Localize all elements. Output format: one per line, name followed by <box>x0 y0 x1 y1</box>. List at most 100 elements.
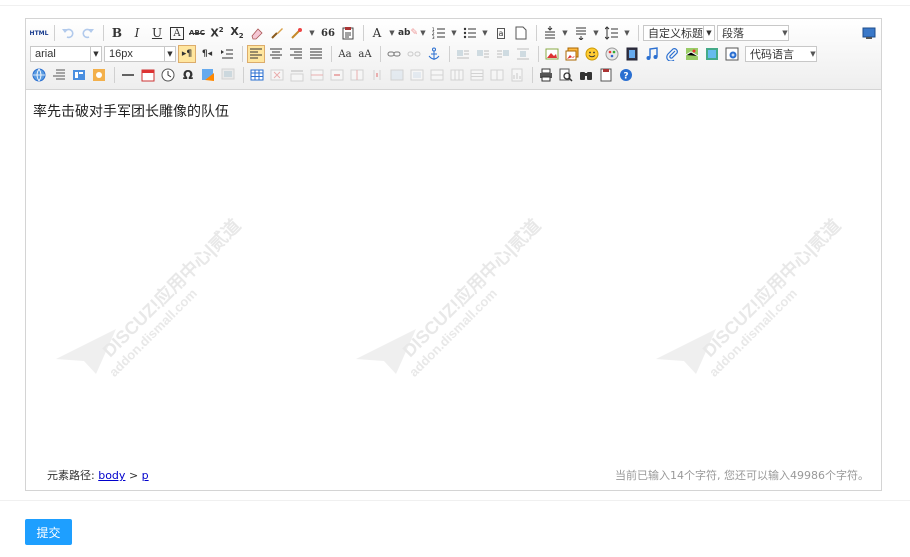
map-icon[interactable] <box>683 45 701 63</box>
special-chars-icon[interactable]: Ω <box>179 66 197 84</box>
superscript-icon[interactable]: X2 <box>208 24 226 42</box>
format-brush-icon[interactable] <box>268 24 286 42</box>
chart-icon[interactable] <box>508 66 526 84</box>
paragraph-select[interactable]: 段落 <box>717 25 789 41</box>
insert-col-icon[interactable] <box>348 66 366 84</box>
editor-content[interactable]: 率先击破对手军团长雕像的队伍 <box>33 101 229 121</box>
unordered-list-icon[interactable] <box>461 24 479 42</box>
anchor-icon[interactable] <box>425 45 443 63</box>
strikethrough-icon[interactable]: ABC <box>188 24 206 42</box>
print-icon[interactable] <box>537 66 555 84</box>
draft-icon[interactable] <box>597 66 615 84</box>
custom-title-select[interactable]: 自定义标题 ▼ <box>643 25 715 41</box>
insert-paragraph-before-table-icon[interactable] <box>288 66 306 84</box>
preview-icon[interactable] <box>557 66 575 84</box>
highlight-color-icon[interactable]: ab ✎ <box>398 24 418 42</box>
merge-cells-icon[interactable] <box>388 66 406 84</box>
row-spacing-bottom-dropdown-icon[interactable]: ▼ <box>592 24 600 42</box>
path-body-link[interactable]: body <box>98 469 125 482</box>
select-all-icon[interactable]: a <box>492 24 510 42</box>
ordered-list-dropdown-icon[interactable]: ▼ <box>450 24 458 42</box>
image-right-icon[interactable] <box>494 45 512 63</box>
align-justify-icon[interactable] <box>307 45 325 63</box>
split-rows-icon[interactable] <box>468 66 486 84</box>
delete-col-icon[interactable] <box>368 66 386 84</box>
split-cols-icon[interactable] <box>488 66 506 84</box>
clear-doc-icon[interactable] <box>512 24 530 42</box>
ordered-list-icon[interactable]: 123 <box>430 24 448 42</box>
merge-down-icon[interactable] <box>428 66 446 84</box>
image-center-icon[interactable] <box>514 45 532 63</box>
merge-right-icon[interactable] <box>408 66 426 84</box>
font-family-select[interactable]: arial ▼ <box>30 46 102 62</box>
attachment-icon[interactable] <box>663 45 681 63</box>
image-none-icon[interactable] <box>454 45 472 63</box>
auto-format-dropdown-icon[interactable]: ▼ <box>308 24 316 42</box>
font-size-select[interactable]: 16px ▼ <box>104 46 176 62</box>
row-spacing-top-icon[interactable] <box>541 24 559 42</box>
pagebreak-icon[interactable] <box>50 66 68 84</box>
subscript-icon[interactable]: X2 <box>228 24 246 42</box>
underline-icon[interactable]: U <box>148 24 166 42</box>
char-count: 当前已输入14个字符, 您还可以输入49986个字符。 <box>615 469 869 482</box>
rtl-direction-icon[interactable]: ¶◂ <box>198 45 216 63</box>
code-language-dropdown-icon[interactable]: ▼ <box>809 45 817 63</box>
eraser-icon[interactable] <box>248 24 266 42</box>
insert-row-icon[interactable] <box>308 66 326 84</box>
date-icon[interactable] <box>139 66 157 84</box>
row-spacing-bottom-icon[interactable] <box>572 24 590 42</box>
insert-table-icon[interactable] <box>248 66 266 84</box>
bold-icon[interactable]: B <box>108 24 126 42</box>
preview-image-icon[interactable] <box>219 66 237 84</box>
insert-video-icon[interactable] <box>623 45 641 63</box>
italic-icon[interactable]: I <box>128 24 146 42</box>
align-left-icon[interactable] <box>247 45 265 63</box>
submit-button[interactable]: 提交 <box>25 519 72 545</box>
font-color-icon[interactable]: A <box>368 24 386 42</box>
undo-icon[interactable] <box>59 24 77 42</box>
ltr-direction-icon[interactable]: ▸¶ <box>178 45 196 63</box>
auto-format-icon[interactable] <box>288 24 306 42</box>
align-center-icon[interactable] <box>267 45 285 63</box>
word-image-icon[interactable] <box>199 66 217 84</box>
paste-plain-icon[interactable] <box>339 24 357 42</box>
align-right-icon[interactable] <box>287 45 305 63</box>
search-replace-icon[interactable] <box>577 66 595 84</box>
lowercase-icon[interactable]: aA <box>356 45 374 63</box>
code-language-select[interactable]: 代码语言 <box>745 46 817 62</box>
blockquote-icon[interactable]: 66 <box>319 24 337 42</box>
time-icon[interactable] <box>159 66 177 84</box>
paragraph-dropdown-icon[interactable]: ▼ <box>781 24 789 42</box>
fullscreen-icon[interactable] <box>860 24 878 42</box>
link-icon[interactable] <box>385 45 403 63</box>
insert-image-icon[interactable] <box>543 45 561 63</box>
font-border-icon[interactable]: A <box>168 24 186 42</box>
background-icon[interactable] <box>90 66 108 84</box>
emotion-icon[interactable] <box>583 45 601 63</box>
indent-icon[interactable] <box>218 45 236 63</box>
frame-icon[interactable] <box>723 45 741 63</box>
html-source-icon[interactable]: HTML <box>30 24 49 42</box>
music-icon[interactable] <box>643 45 661 63</box>
split-cells-icon[interactable] <box>448 66 466 84</box>
delete-row-icon[interactable] <box>328 66 346 84</box>
image-left-icon[interactable] <box>474 45 492 63</box>
font-color-dropdown-icon[interactable]: ▼ <box>388 24 396 42</box>
scrawl-icon[interactable] <box>603 45 621 63</box>
webapp-icon[interactable] <box>30 66 48 84</box>
help-icon[interactable]: ? <box>617 66 635 84</box>
multi-image-icon[interactable] <box>563 45 581 63</box>
uppercase-icon[interactable]: Aa <box>336 45 354 63</box>
path-p-link[interactable]: p <box>142 469 149 482</box>
redo-icon[interactable] <box>79 24 97 42</box>
line-height-dropdown-icon[interactable]: ▼ <box>623 24 631 42</box>
template-icon[interactable] <box>70 66 88 84</box>
highlight-dropdown-icon[interactable]: ▼ <box>419 24 427 42</box>
delete-table-icon[interactable] <box>268 66 286 84</box>
unordered-list-dropdown-icon[interactable]: ▼ <box>481 24 489 42</box>
unlink-icon[interactable] <box>405 45 423 63</box>
horizontal-rule-icon[interactable] <box>119 66 137 84</box>
row-spacing-top-dropdown-icon[interactable]: ▼ <box>561 24 569 42</box>
line-height-icon[interactable] <box>603 24 621 42</box>
gmap-icon[interactable] <box>703 45 721 63</box>
